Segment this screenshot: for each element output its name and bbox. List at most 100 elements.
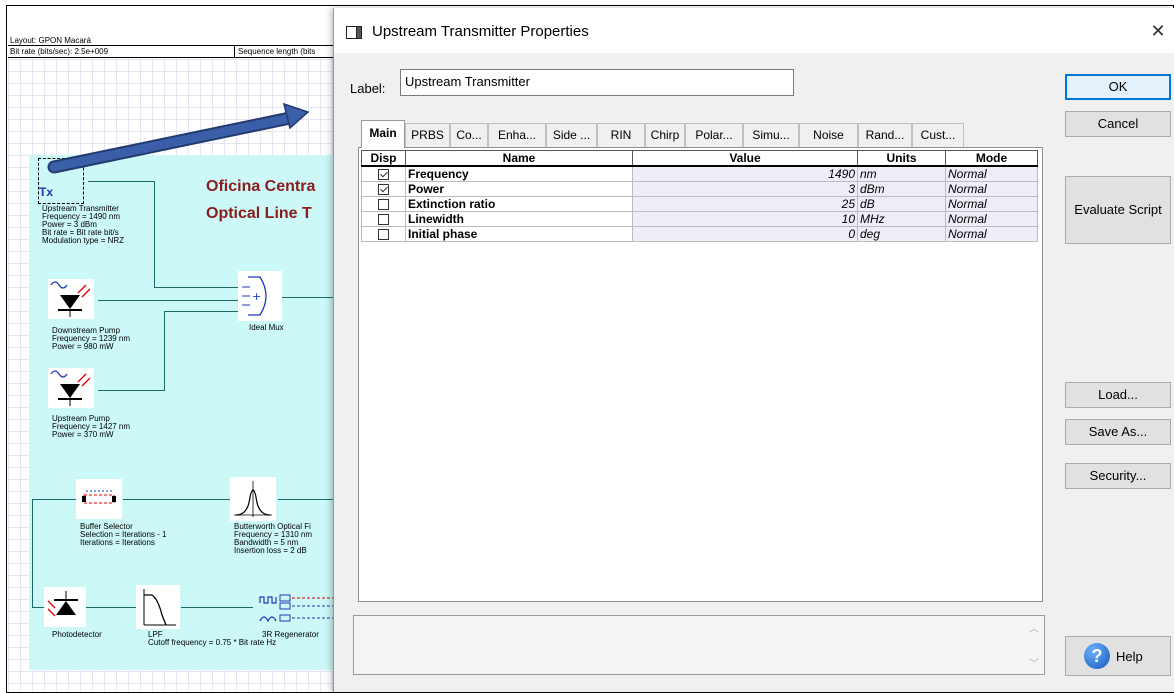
tx-icon: Tx xyxy=(39,185,54,199)
mux-icon: + xyxy=(242,276,267,316)
table-row[interactable]: Extinction ratio 25 dB Normal xyxy=(361,196,1038,212)
parameters-table: Disp Name Value Units Mode Frequency 149… xyxy=(361,150,1038,242)
disp-checkbox[interactable] xyxy=(378,228,389,240)
tab-chirp[interactable]: Chirp xyxy=(645,123,685,147)
close-icon[interactable]: ✕ xyxy=(1141,18,1174,44)
disp-checkbox[interactable] xyxy=(378,198,389,210)
tx-label: Upstream Transmitter Frequency = 1490 nm… xyxy=(42,204,125,245)
disp-checkbox[interactable] xyxy=(378,213,389,225)
label-caption: Label: xyxy=(350,81,386,96)
table-header-row: Disp Name Value Units Mode xyxy=(361,150,1038,167)
butterworth-filter-component[interactable] xyxy=(230,477,276,521)
param-value[interactable]: 3 xyxy=(632,181,858,197)
tab-coding[interactable]: Co... xyxy=(450,123,488,147)
param-name: Initial phase xyxy=(405,226,633,242)
table-row[interactable]: Initial phase 0 deg Normal xyxy=(361,226,1038,242)
param-mode[interactable]: Normal xyxy=(945,165,1038,182)
upstream-pump-label: Upstream Pump Frequency = 1427 nm Power … xyxy=(52,414,131,439)
tab-noise[interactable]: Noise xyxy=(799,123,858,147)
param-value[interactable]: 10 xyxy=(632,211,858,227)
downstream-pump-label: Downstream Pump Frequency = 1239 nm Powe… xyxy=(52,326,131,351)
tab-rin[interactable]: RIN xyxy=(597,123,645,147)
dialog-titlebar[interactable]: Upstream Transmitter Properties ✕ xyxy=(334,8,1174,53)
column-header-name[interactable]: Name xyxy=(405,150,633,167)
tab-enhanced[interactable]: Enha... xyxy=(488,123,546,147)
param-units: MHz xyxy=(857,211,946,227)
photodiode-icon xyxy=(47,591,78,617)
dialog-title: Upstream Transmitter Properties xyxy=(372,23,589,40)
column-header-value[interactable]: Value xyxy=(632,150,858,167)
tab-random-numbers[interactable]: Rand... xyxy=(858,123,912,147)
param-name: Linewidth xyxy=(405,211,633,227)
buffer-selector-icon xyxy=(82,490,116,504)
column-header-mode[interactable]: Mode xyxy=(945,150,1038,167)
ideal-mux-component[interactable]: + xyxy=(238,271,282,321)
lpf-label: LPF Cutoff frequency = 0.75 * Bit rate H… xyxy=(148,630,277,647)
script-description-area[interactable]: ︿ ﹀ xyxy=(353,615,1045,675)
svg-text:+: + xyxy=(252,290,261,303)
scroll-down-icon[interactable]: ﹀ xyxy=(1029,655,1039,670)
param-units: deg xyxy=(857,226,946,242)
param-name: Frequency xyxy=(405,165,633,182)
load-button[interactable]: Load... xyxy=(1065,382,1171,408)
save-as-button[interactable]: Save As... xyxy=(1065,419,1171,445)
param-value[interactable]: 25 xyxy=(632,196,858,212)
upstream-pump-component[interactable] xyxy=(48,368,94,408)
cancel-button[interactable]: Cancel xyxy=(1065,111,1171,137)
buffer-selector-component[interactable] xyxy=(76,479,122,519)
office-title-line1: Oficina Centra xyxy=(206,178,316,195)
param-name: Extinction ratio xyxy=(405,196,633,212)
office-title-line2: Optical Line T xyxy=(206,205,312,222)
tab-side-mode[interactable]: Side ... xyxy=(546,123,597,147)
disp-checkbox[interactable] xyxy=(378,183,389,195)
param-units: dB xyxy=(857,196,946,212)
tab-custom[interactable]: Cust... xyxy=(912,123,964,147)
window-icon xyxy=(346,26,362,39)
butterworth-filter-label: Butterworth Optical Fi Frequency = 1310 … xyxy=(234,522,313,555)
table-row[interactable]: Power 3 dBm Normal xyxy=(361,181,1038,197)
ideal-mux-label: Ideal Mux xyxy=(249,323,284,332)
param-units: nm xyxy=(857,165,946,182)
layout-name: Layout: GPON Macará xyxy=(10,36,91,45)
ok-button[interactable]: OK xyxy=(1065,74,1171,100)
downstream-pump-component[interactable] xyxy=(48,279,94,319)
param-mode[interactable]: Normal xyxy=(945,181,1038,197)
tab-prbs[interactable]: PRBS xyxy=(405,123,450,147)
main-tab-panel: Disp Name Value Units Mode Frequency 149… xyxy=(358,147,1043,602)
tab-main[interactable]: Main xyxy=(361,120,405,148)
scroll-up-icon[interactable]: ︿ xyxy=(1029,620,1039,635)
regenerator-label: 3R Regenerator xyxy=(262,630,319,639)
photodetector-label: Photodetector xyxy=(52,630,102,639)
layout-canvas[interactable]: Layout: GPON Macará Bit rate (bits/sec):… xyxy=(8,35,333,691)
bit-rate-label: Bit rate (bits/sec): 2.5e+009 xyxy=(10,47,109,56)
lpf-component[interactable] xyxy=(136,585,180,629)
regenerator-icon xyxy=(259,594,333,623)
help-icon: ? xyxy=(1084,643,1110,669)
param-value[interactable]: 0 xyxy=(632,226,858,242)
param-mode[interactable]: Normal xyxy=(945,196,1038,212)
evaluate-script-button[interactable]: Evaluate Script xyxy=(1065,176,1171,244)
label-input[interactable]: Upstream Transmitter xyxy=(400,69,794,96)
param-mode[interactable]: Normal xyxy=(945,226,1038,242)
param-units: dBm xyxy=(857,181,946,197)
tab-simulation[interactable]: Simu... xyxy=(743,123,799,147)
photodetector-component[interactable] xyxy=(44,587,86,627)
table-row[interactable]: Linewidth 10 MHz Normal xyxy=(361,211,1038,227)
help-button[interactable]: ? Help xyxy=(1065,636,1171,676)
disp-checkbox[interactable] xyxy=(378,168,389,180)
regenerator-component[interactable] xyxy=(252,585,333,629)
param-mode[interactable]: Normal xyxy=(945,211,1038,227)
tab-polarization[interactable]: Polar... xyxy=(685,123,743,147)
lowpass-response-icon xyxy=(143,589,176,626)
column-header-units[interactable]: Units xyxy=(857,150,946,167)
security-button[interactable]: Security... xyxy=(1065,463,1171,489)
laser-diode-icon xyxy=(50,281,91,317)
layout-info-bar: Layout: GPON Macará Bit rate (bits/sec):… xyxy=(8,35,333,58)
column-header-disp[interactable]: Disp xyxy=(361,150,406,167)
buffer-selector-label: Buffer Selector Selection = Iterations -… xyxy=(80,522,167,547)
param-value[interactable]: 1490 xyxy=(632,165,858,182)
upstream-transmitter-component[interactable]: Tx xyxy=(38,158,84,204)
table-row[interactable]: Frequency 1490 nm Normal xyxy=(361,165,1038,182)
help-label: Help xyxy=(1116,649,1143,664)
param-name: Power xyxy=(405,181,633,197)
